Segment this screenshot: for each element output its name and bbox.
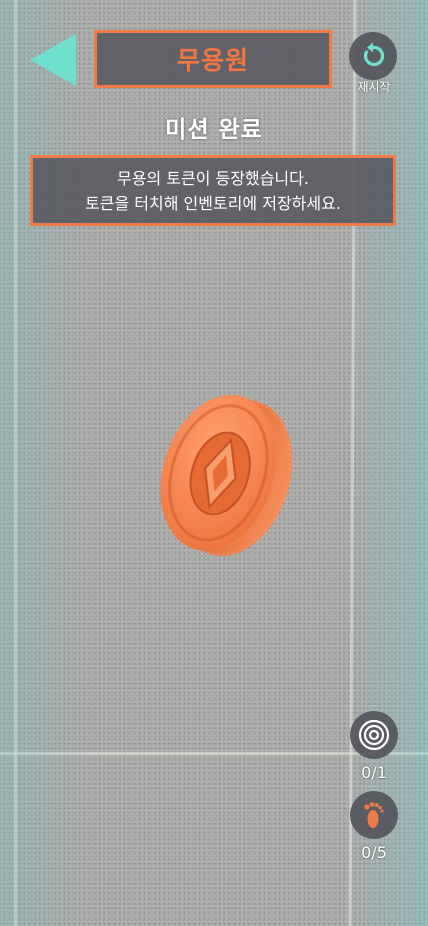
footprint-icon xyxy=(364,802,384,828)
footprint-mission-button[interactable] xyxy=(350,791,398,839)
mission-message-line: 무용의 토큰이 등장했습니다. xyxy=(117,168,309,188)
restart-button[interactable] xyxy=(349,32,397,80)
restart-label: 재시작 xyxy=(357,80,391,94)
back-button[interactable] xyxy=(30,34,78,86)
target-progress-count: 0/1 xyxy=(361,763,387,782)
dance-token-coin[interactable] xyxy=(150,390,300,560)
mission-complete-heading: 미션 완료 xyxy=(165,117,263,143)
back-arrow-icon xyxy=(30,34,76,86)
restart-icon xyxy=(363,42,385,66)
mission-message-box: 무용의 토큰이 등장했습니다. 토큰을 터치해 인벤토리에 저장하세요. xyxy=(30,155,396,226)
target-icon xyxy=(358,719,390,751)
page-title-banner: 무용원 xyxy=(94,30,332,88)
page-title: 무용원 xyxy=(176,46,249,75)
footprint-progress-count: 0/5 xyxy=(361,843,387,862)
orange-coin-icon xyxy=(160,394,293,557)
target-mission-button[interactable] xyxy=(350,711,398,759)
mission-message-line: 토큰을 터치해 인벤토리에 저장하세요. xyxy=(85,193,341,213)
